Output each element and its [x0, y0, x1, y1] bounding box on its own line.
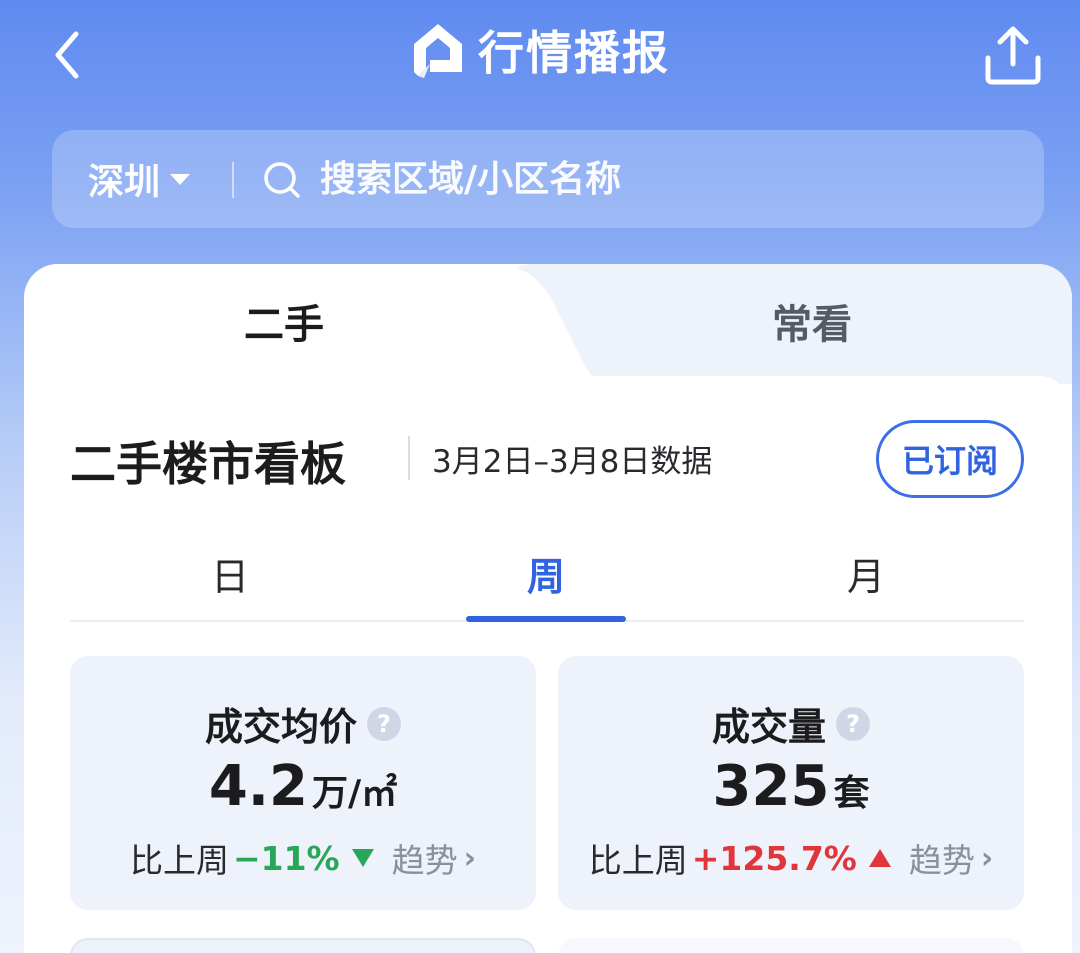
- period-tabs: 日 周 月: [70, 526, 1024, 622]
- tab-frequent[interactable]: 常看: [712, 292, 912, 352]
- compare-label: 比上周: [129, 841, 229, 880]
- chevron-right-icon: ›: [980, 840, 994, 876]
- stat-value-row: 325 套: [558, 754, 1024, 819]
- compare-label: 比上周: [588, 841, 688, 880]
- tab-day[interactable]: 日: [150, 546, 310, 601]
- house-logo-icon: [414, 24, 462, 78]
- search-input[interactable]: [320, 150, 1000, 208]
- stat-label: 成交均价: [204, 705, 357, 749]
- change-value: +125.7%: [691, 838, 857, 878]
- market-card: 二手 常看 二手楼市看板 3月2日–3月8日数据 已订阅 日 周 月 成交均价 …: [24, 264, 1072, 953]
- trend-label: 趋势: [908, 841, 975, 880]
- stat-label-row: 成交量 ?: [558, 696, 1024, 751]
- stat-card-volume[interactable]: 成交量 ? 325 套 比上周 +125.7% 趋势 ›: [558, 656, 1024, 910]
- board-date-range: 3月2日–3月8日数据: [432, 444, 713, 480]
- stat-card-avg-price[interactable]: 成交均价 ? 4.2 万/㎡ 比上周 −11% 趋势 ›: [70, 656, 536, 910]
- board-panel: 二手楼市看板 3月2日–3月8日数据 已订阅 日 周 月 成交均价 ? 4.2 …: [24, 376, 1072, 953]
- search-icon: [264, 162, 300, 198]
- stat-unit: 套: [833, 773, 870, 814]
- search-divider: [232, 162, 234, 198]
- city-label: 深圳: [88, 162, 161, 203]
- tab-second-hand[interactable]: 二手: [184, 292, 384, 352]
- change-value: −11%: [232, 838, 340, 878]
- active-tab-indicator: [466, 616, 626, 622]
- tab-week[interactable]: 周: [466, 546, 626, 601]
- trend-link[interactable]: 趋势 ›: [909, 834, 993, 882]
- subscribe-button[interactable]: 已订阅: [876, 420, 1024, 498]
- share-button[interactable]: [978, 20, 1048, 90]
- stat-value-row: 4.2 万/㎡: [70, 754, 536, 819]
- caret-down-icon: [170, 173, 191, 185]
- help-icon[interactable]: ?: [836, 706, 870, 741]
- down-triangle-icon: [351, 849, 374, 867]
- trend-label: 趋势: [391, 841, 458, 880]
- city-selector[interactable]: 深圳: [88, 130, 191, 228]
- tab-month[interactable]: 月: [786, 546, 946, 601]
- stat-card-peek[interactable]: [558, 938, 1024, 953]
- stat-label: 成交量: [711, 705, 826, 749]
- help-icon[interactable]: ?: [367, 706, 401, 741]
- page-title: 行情播报: [478, 26, 670, 80]
- trend-link[interactable]: 趋势 ›: [392, 834, 476, 882]
- chevron-right-icon: ›: [463, 840, 476, 876]
- up-triangle-icon: [868, 849, 891, 867]
- board-title: 二手楼市看板: [70, 437, 346, 491]
- search-bar: 深圳: [52, 130, 1044, 228]
- stat-label-row: 成交均价 ?: [70, 696, 536, 751]
- share-icon: [985, 26, 1041, 85]
- header-title-group: 行情播报: [0, 18, 1080, 82]
- stat-value: 4.2: [208, 754, 309, 819]
- board-divider: [408, 436, 410, 480]
- top-bar: 行情播报: [0, 0, 1080, 110]
- stat-unit: 万/㎡: [312, 773, 398, 814]
- stat-card-peek[interactable]: [70, 938, 536, 953]
- stat-change-row: 比上周 −11% 趋势 ›: [70, 834, 536, 882]
- stat-change-row: 比上周 +125.7% 趋势 ›: [558, 834, 1024, 882]
- stat-value: 325: [712, 754, 830, 819]
